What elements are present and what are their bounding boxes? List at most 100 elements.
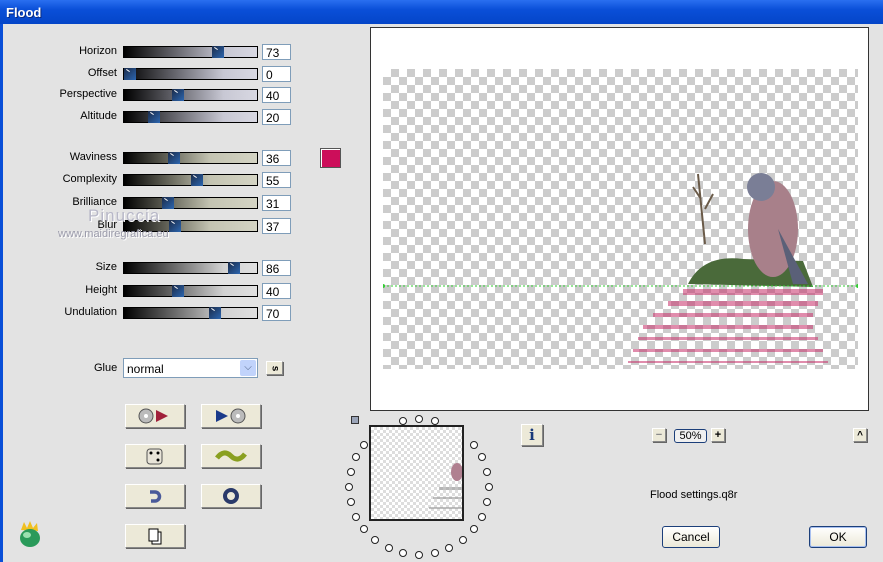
undulation-slider-thumb[interactable] — [208, 307, 221, 319]
size-label: Size — [95, 261, 117, 273]
navigator-handle[interactable] — [351, 416, 359, 424]
complexity-slider-thumb[interactable] — [190, 174, 203, 186]
random-dice-icon — [146, 448, 163, 465]
offset-value-input[interactable]: 0 — [262, 66, 291, 82]
copy-icon — [148, 528, 162, 545]
perspective-label: Perspective — [59, 88, 117, 100]
waviness-slider[interactable] — [123, 152, 258, 164]
altitude-value-input[interactable]: 20 — [262, 109, 291, 125]
cancel-button[interactable]: Cancel — [662, 526, 720, 548]
offset-slider-thumb[interactable] — [124, 68, 136, 80]
navigator-dot[interactable] — [371, 536, 380, 545]
logo-icon — [20, 521, 40, 547]
preview-image — [383, 69, 858, 369]
randomize-button[interactable] — [125, 444, 185, 468]
size-value-input[interactable]: 86 — [262, 260, 291, 276]
navigator-dot[interactable] — [360, 525, 369, 534]
glue-s-button[interactable]: s — [266, 361, 283, 375]
zoom-in-button[interactable]: + — [711, 428, 725, 442]
navigator-dot[interactable] — [478, 453, 487, 462]
reset-button[interactable] — [201, 484, 261, 508]
undulation-value-input[interactable]: 70 — [262, 305, 291, 321]
perspective-value-input[interactable]: 40 — [262, 87, 291, 103]
horizon-slider-thumb[interactable] — [212, 46, 225, 58]
height-slider[interactable] — [123, 285, 258, 297]
load-preset-button[interactable] — [125, 404, 185, 428]
size-slider[interactable] — [123, 262, 258, 274]
navigator-dot[interactable] — [430, 416, 439, 425]
ok-button[interactable]: OK — [809, 526, 867, 548]
waviness-value-input[interactable]: 36 — [262, 150, 291, 166]
navigator-dot[interactable] — [384, 544, 393, 553]
glue-value: normal — [127, 362, 164, 376]
watermark-name: Pinuccia — [88, 206, 161, 225]
perspective-slider[interactable] — [123, 89, 258, 101]
altitude-slider-thumb[interactable] — [148, 111, 161, 123]
undulation-slider[interactable] — [123, 307, 258, 319]
zoom-out-button[interactable]: − — [652, 428, 666, 442]
altitude-label: Altitude — [80, 110, 117, 122]
thumbnail-art — [429, 463, 462, 509]
brilliance-value-input[interactable]: 31 — [262, 195, 291, 211]
offset-slider[interactable] — [123, 68, 258, 80]
save-preset-button[interactable] — [201, 404, 261, 428]
title-bar: Flood — [0, 0, 883, 24]
navigator-dot[interactable] — [345, 483, 353, 491]
navigator-dot[interactable] — [346, 498, 355, 507]
load-preset-icon — [138, 408, 168, 424]
complexity-value-input[interactable]: 55 — [262, 172, 291, 188]
color-swatch[interactable] — [320, 148, 341, 168]
horizon-value-input[interactable]: 73 — [262, 44, 291, 60]
navigator-thumbnail[interactable] — [369, 425, 464, 521]
watermark-url: www.maidiregrafica.eu — [58, 228, 169, 240]
navigator-dot[interactable] — [399, 549, 408, 558]
height-value-input[interactable]: 40 — [262, 283, 291, 299]
navigator-dot[interactable] — [485, 483, 493, 491]
preview-canvas[interactable] — [370, 27, 869, 411]
offset-label: Offset — [87, 67, 117, 79]
horizon-label: Horizon — [79, 45, 117, 57]
info-button[interactable]: i — [521, 424, 543, 446]
navigator-dot[interactable] — [430, 549, 439, 558]
waviness-slider-thumb[interactable] — [167, 152, 180, 164]
info-icon: i — [529, 426, 535, 444]
navigator-dot[interactable] — [351, 512, 360, 521]
glue-label: Glue — [94, 362, 118, 374]
copy-button[interactable] — [125, 524, 185, 548]
navigator-dot[interactable] — [415, 415, 423, 423]
complexity-slider[interactable] — [123, 174, 258, 186]
blur-value-input[interactable]: 37 — [262, 218, 291, 234]
navigator-dot[interactable] — [351, 453, 360, 462]
wave-icon — [215, 450, 247, 462]
glue-select[interactable]: normal ⌵ — [123, 358, 258, 378]
navigator-dot[interactable] — [478, 512, 487, 521]
window-title: Flood — [6, 5, 42, 20]
perspective-slider-thumb[interactable] — [172, 89, 185, 101]
save-preset-icon — [216, 408, 246, 424]
navigator-dot[interactable] — [445, 544, 454, 553]
navigator-dot[interactable] — [469, 440, 478, 449]
navigator-dot[interactable] — [360, 440, 369, 449]
complexity-label: Complexity — [62, 173, 117, 185]
navigator-dot[interactable] — [346, 467, 355, 476]
collapse-button[interactable]: ^ — [853, 428, 867, 442]
wave-button[interactable] — [201, 444, 261, 468]
undo-button[interactable] — [125, 484, 185, 508]
height-label: Height — [85, 284, 117, 296]
settings-filename: Flood settings.q8r — [650, 489, 738, 501]
navigator-dot[interactable] — [483, 498, 492, 507]
horizon-slider[interactable] — [123, 46, 258, 58]
size-slider-thumb[interactable] — [228, 262, 241, 274]
navigator-dot[interactable] — [415, 551, 423, 559]
chevron-down-icon[interactable]: ⌵ — [240, 360, 256, 376]
height-slider-thumb[interactable] — [172, 285, 185, 297]
brilliance-slider-thumb[interactable] — [161, 197, 174, 209]
navigator-dot[interactable] — [483, 467, 492, 476]
undulation-label: Undulation — [64, 306, 117, 318]
blur-slider-thumb[interactable] — [168, 220, 181, 232]
altitude-slider[interactable] — [123, 111, 258, 123]
navigator-dot[interactable] — [399, 416, 408, 425]
navigator-dot[interactable] — [469, 525, 478, 534]
navigator-dot[interactable] — [458, 536, 467, 545]
zoom-level: 50% — [674, 429, 707, 443]
